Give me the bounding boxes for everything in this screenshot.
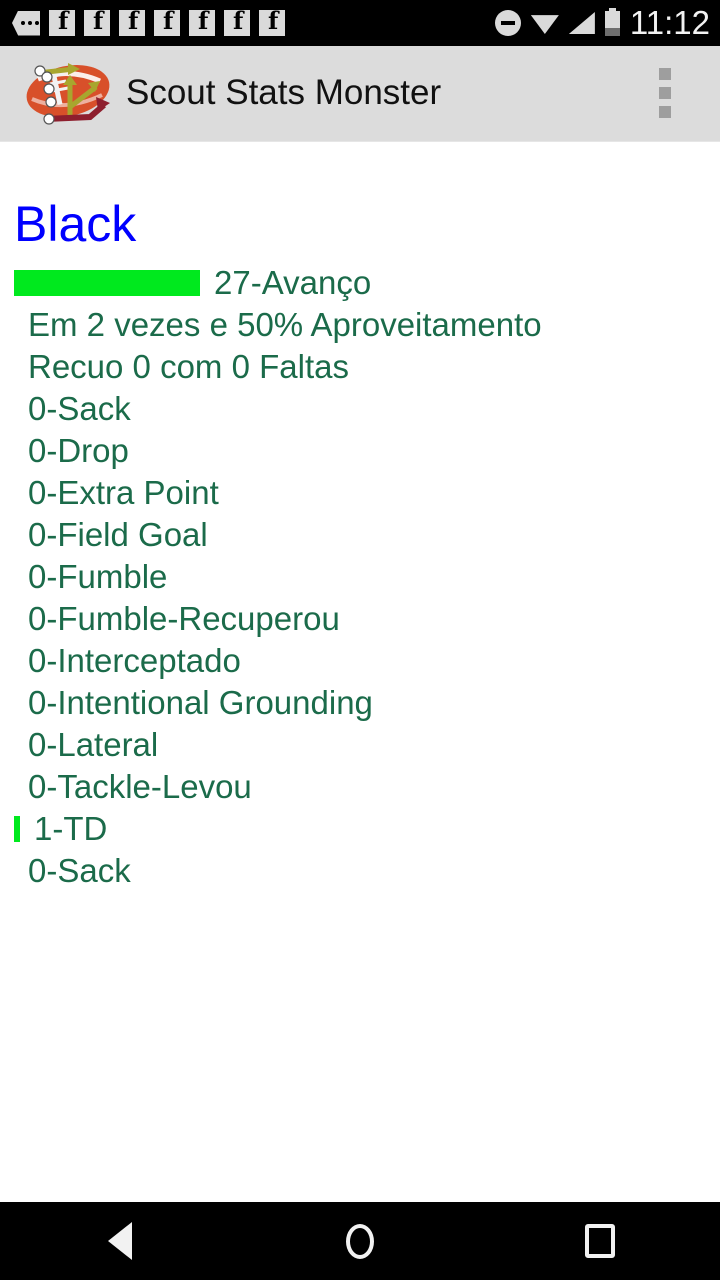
stat-row: 0-Tackle-Levou xyxy=(0,766,720,808)
stat-row: 0-Sack xyxy=(0,388,720,430)
stat-row: 0-Sack xyxy=(0,850,720,892)
notification-icons-group xyxy=(12,0,495,46)
back-triangle-icon xyxy=(108,1222,132,1260)
stat-row: 27-Avanço xyxy=(0,262,720,304)
stat-label: 0-Sack xyxy=(28,852,131,889)
stat-label: 0-Fumble-Recuperou xyxy=(28,600,340,637)
stat-label: 27-Avanço xyxy=(214,264,372,301)
overflow-dot xyxy=(659,106,671,118)
stat-label: 0-Fumble xyxy=(28,558,168,595)
status-bar-clock: 11:12 xyxy=(629,4,710,41)
stat-row: Recuo 0 com 0 Faltas xyxy=(0,346,720,388)
facebook-icon xyxy=(154,8,180,36)
stat-label: 0-Field Goal xyxy=(28,516,208,553)
stat-label: 0-Interceptado xyxy=(28,642,241,679)
recents-square-icon xyxy=(585,1224,615,1258)
stat-label: 0-Drop xyxy=(28,432,129,469)
stat-row: Em 2 vezes e 50% Aproveitamento xyxy=(0,304,720,346)
app-header: Scout Stats Monster xyxy=(0,46,720,144)
facebook-icon xyxy=(189,8,215,36)
overflow-dot xyxy=(659,87,671,99)
stat-row: 0-Lateral xyxy=(0,724,720,766)
stat-row: 0-Interceptado xyxy=(0,640,720,682)
cell-signal-icon xyxy=(568,12,595,34)
stat-row: 0-Drop xyxy=(0,430,720,472)
home-circle-icon xyxy=(346,1223,374,1259)
facebook-icon xyxy=(49,8,75,36)
stat-label: 0-Tackle-Levou xyxy=(28,768,252,805)
wifi-icon xyxy=(530,12,559,34)
overflow-dot xyxy=(659,68,671,80)
nav-recents-button[interactable] xyxy=(480,1202,720,1280)
stat-row: 0-Field Goal xyxy=(0,514,720,556)
stat-label: 1-TD xyxy=(34,810,108,847)
stat-row: 0-Fumble-Recuperou xyxy=(0,598,720,640)
team-title: Black xyxy=(14,196,137,252)
app-title: Scout Stats Monster xyxy=(126,73,442,112)
android-navigation-bar xyxy=(0,1202,720,1280)
stat-label: 0-Sack xyxy=(28,390,131,427)
stat-row: 0-Extra Point xyxy=(0,472,720,514)
stats-content: Black 27-Avanço Em 2 vezes e 50% Aproveit… xyxy=(0,142,720,1202)
status-bar: 11:12 xyxy=(0,0,720,46)
football-playbook-logo-icon xyxy=(18,57,118,129)
nav-back-button[interactable] xyxy=(0,1202,240,1280)
stat-row: 1-TD xyxy=(0,808,720,850)
stat-label: Recuo 0 com 0 Faltas xyxy=(28,348,349,385)
do-not-disturb-icon xyxy=(494,10,521,36)
stat-row: 0-Intentional Grounding xyxy=(0,682,720,724)
facebook-icon xyxy=(84,8,110,36)
stat-bar xyxy=(14,270,200,296)
stat-row: 0-Fumble xyxy=(0,556,720,598)
overflow-menu-button[interactable] xyxy=(658,68,700,118)
stat-label: 0-Lateral xyxy=(28,726,159,763)
facebook-icon xyxy=(119,8,145,36)
stat-bar xyxy=(14,816,20,842)
more-notifications-icon xyxy=(12,10,40,36)
nav-home-button[interactable] xyxy=(240,1202,480,1280)
stat-label: 0-Extra Point xyxy=(28,474,219,511)
facebook-icon xyxy=(259,8,285,36)
battery-icon xyxy=(604,7,620,36)
system-status-group: 11:12 xyxy=(494,0,710,46)
stat-label: 0-Intentional Grounding xyxy=(28,684,373,721)
stat-list: 27-Avanço Em 2 vezes e 50% Aproveitamento… xyxy=(0,262,720,892)
stat-label: Em 2 vezes e 50% Aproveitamento xyxy=(28,306,542,343)
facebook-icon xyxy=(224,8,250,36)
